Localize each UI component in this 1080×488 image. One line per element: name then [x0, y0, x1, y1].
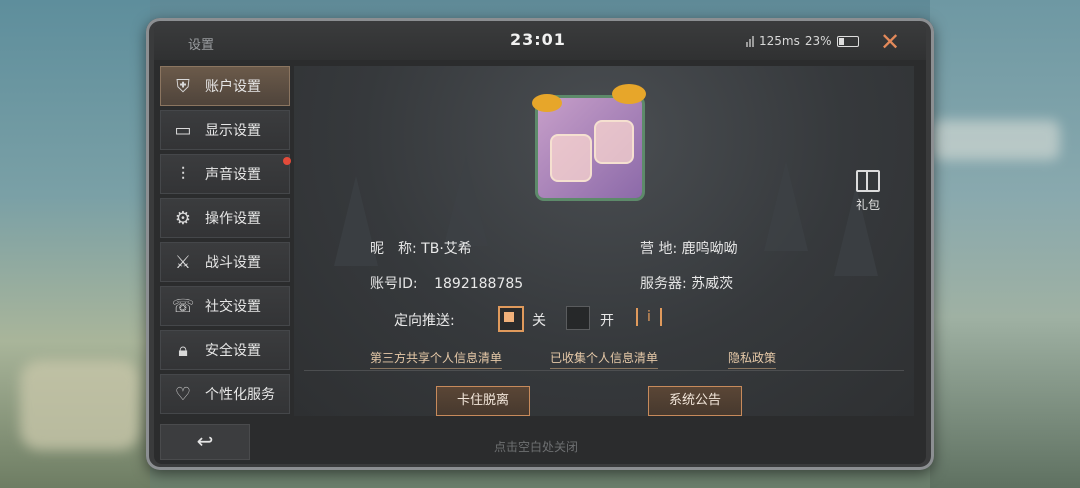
- back-arrow-icon: ↩: [196, 429, 214, 453]
- push-label: 定向推送:: [394, 313, 455, 329]
- gift-label: 礼包: [855, 198, 880, 212]
- camp-row: 营 地: 鹿鸣呦呦: [640, 238, 738, 258]
- sidebar-item-sound[interactable]: ⫶ 声音设置: [160, 154, 291, 194]
- collected-info-link[interactable]: 已收集个人信息清单: [550, 349, 659, 369]
- sidebar-item-combat[interactable]: ⚔ 战斗设置: [160, 242, 290, 282]
- combat-icon: ⚔: [174, 251, 192, 273]
- avatar-decoration: [594, 120, 634, 164]
- status-area: 125ms 23%: [746, 34, 859, 48]
- settings-sidebar: ⛨ 账户设置 ▭ 显示设置 ⫶ 声音设置 ⚙ 操作设置 ⚔ 战斗设置 ☏ 社交设…: [160, 66, 291, 418]
- signal-icon: [746, 35, 754, 47]
- tree-silhouette: [444, 156, 488, 246]
- push-off-checkbox[interactable]: [498, 306, 524, 332]
- sidebar-item-label: 安全设置: [205, 343, 261, 359]
- background-right: [930, 0, 1080, 488]
- account-icon: ⛨: [176, 75, 190, 97]
- close-icon: ✕: [879, 28, 901, 56]
- push-on-label: 开: [600, 313, 614, 329]
- nickname-value: TB·艾希: [421, 241, 472, 257]
- account-id-value: 1892188785: [434, 276, 524, 292]
- battery-value: 23%: [804, 34, 832, 48]
- controls-icon: ⚙: [174, 207, 192, 229]
- sidebar-item-account[interactable]: ⛨ 账户设置: [160, 66, 290, 106]
- sidebar-item-label: 账户设置: [205, 79, 261, 95]
- avatar-decoration: [550, 134, 592, 182]
- window-title: 设置: [188, 38, 215, 53]
- gift-icon: [856, 170, 880, 192]
- account-id-label: 账号ID:: [370, 276, 418, 292]
- sidebar-item-label: 操作设置: [205, 211, 261, 227]
- battery-icon: [836, 35, 859, 47]
- sidebar-item-personalization[interactable]: ♡ 个性化服务: [160, 374, 290, 414]
- sidebar-item-security[interactable]: 🔒︎ 安全设置: [160, 330, 290, 370]
- privacy-policy-link[interactable]: 隐私政策: [728, 349, 777, 369]
- divider: [304, 370, 904, 371]
- avatar-decoration: [532, 94, 562, 112]
- social-icon: ☏: [171, 295, 195, 317]
- sidebar-item-label: 显示设置: [205, 123, 261, 139]
- display-icon: ▭: [174, 119, 192, 141]
- sidebar-item-label: 声音设置: [205, 167, 261, 183]
- ping-value: 125ms: [759, 34, 800, 48]
- gift-button[interactable]: 礼包: [848, 170, 888, 213]
- third-party-info-link[interactable]: 第三方共享个人信息清单: [370, 349, 503, 369]
- personalization-icon: ♡: [174, 383, 192, 405]
- account-id-row: 账号ID: 1892188785: [370, 273, 523, 293]
- notification-dot: [283, 157, 291, 165]
- camp-label: 营 地:: [640, 241, 678, 257]
- stuck-escape-button[interactable]: 卡住脱离: [436, 386, 530, 416]
- background-shape: [20, 360, 140, 450]
- server-label: 服务器:: [640, 276, 687, 292]
- nickname-label: 昵 称:: [370, 241, 417, 257]
- server-row: 服务器: 苏威茨: [640, 273, 733, 293]
- announcement-button[interactable]: 系统公告: [648, 386, 742, 416]
- settings-window: 设置 23:01 125ms 23% ✕ ⛨ 账户设置 ▭ 显示设置 ⫶ 声音设…: [146, 18, 934, 470]
- push-off-label: 关: [532, 313, 546, 329]
- close-hint: 点击空白处关闭: [494, 440, 579, 454]
- top-bar: 设置 23:01 125ms 23% ✕: [154, 24, 926, 60]
- sidebar-item-social[interactable]: ☏ 社交设置: [160, 286, 290, 326]
- sidebar-item-label: 战斗设置: [205, 255, 261, 271]
- sidebar-item-label: 个性化服务: [205, 387, 275, 403]
- info-icon[interactable]: i: [636, 308, 662, 326]
- settings-screen: 设置 23:01 125ms 23% ✕ ⛨ 账户设置 ▭ 显示设置 ⫶ 声音设…: [154, 24, 926, 464]
- account-panel: 礼包 昵 称: TB·艾希 营 地: 鹿鸣呦呦 账号ID: 1892188785…: [294, 66, 914, 416]
- clock: 23:01: [510, 30, 566, 49]
- sound-icon: ⫶: [180, 163, 186, 185]
- back-button[interactable]: ↩: [160, 424, 250, 460]
- sidebar-item-display[interactable]: ▭ 显示设置: [160, 110, 290, 150]
- background-shape: [930, 120, 1060, 160]
- camp-value: 鹿鸣呦呦: [681, 241, 738, 257]
- security-icon: 🔒︎: [178, 339, 188, 361]
- server-value: 苏威茨: [691, 276, 734, 292]
- push-on-checkbox[interactable]: [566, 306, 590, 330]
- close-button[interactable]: ✕: [876, 28, 904, 56]
- tree-silhouette: [764, 161, 808, 251]
- nickname-row: 昵 称: TB·艾希: [370, 238, 472, 258]
- sidebar-item-controls[interactable]: ⚙ 操作设置: [160, 198, 290, 238]
- sidebar-item-label: 社交设置: [205, 299, 261, 315]
- avatar-decoration: [612, 84, 646, 104]
- avatar[interactable]: [532, 84, 650, 202]
